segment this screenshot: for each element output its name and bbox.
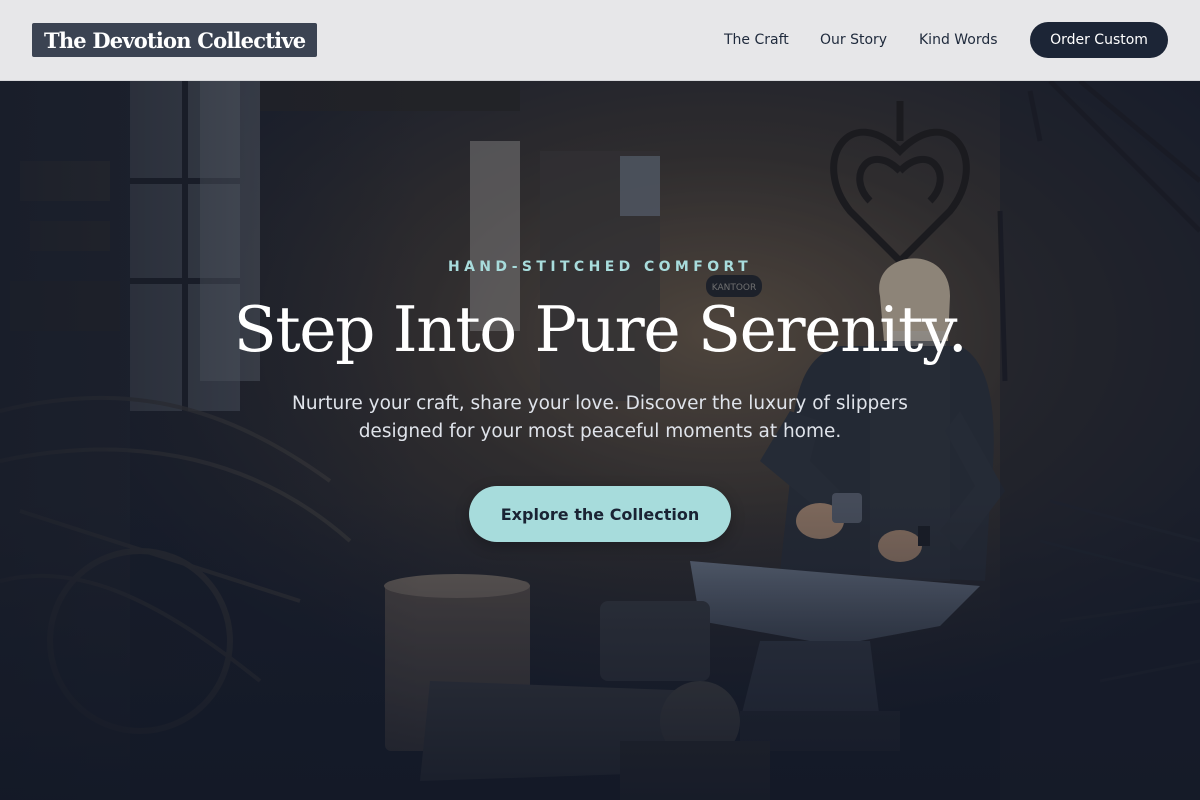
nav-link-kind-words[interactable]: Kind Words	[919, 30, 998, 50]
hero-headline: Step Into Pure Serenity.	[233, 293, 968, 366]
nav-link-our-story[interactable]: Our Story	[820, 30, 887, 50]
landing-page: The Devotion Collective The Craft Our St…	[0, 0, 1200, 800]
hero-subtext: Nurture your craft, share your love. Dis…	[292, 393, 908, 442]
nav-link-the-craft[interactable]: The Craft	[724, 30, 789, 50]
order-custom-button[interactable]: Order Custom	[1030, 22, 1168, 58]
site-header: The Devotion Collective The Craft Our St…	[0, 0, 1200, 81]
hero-eyebrow: HAND-STITCHED COMFORT	[447, 259, 753, 275]
explore-collection-button[interactable]: Explore the Collection	[469, 486, 731, 542]
brand-logo[interactable]: The Devotion Collective	[32, 23, 318, 57]
